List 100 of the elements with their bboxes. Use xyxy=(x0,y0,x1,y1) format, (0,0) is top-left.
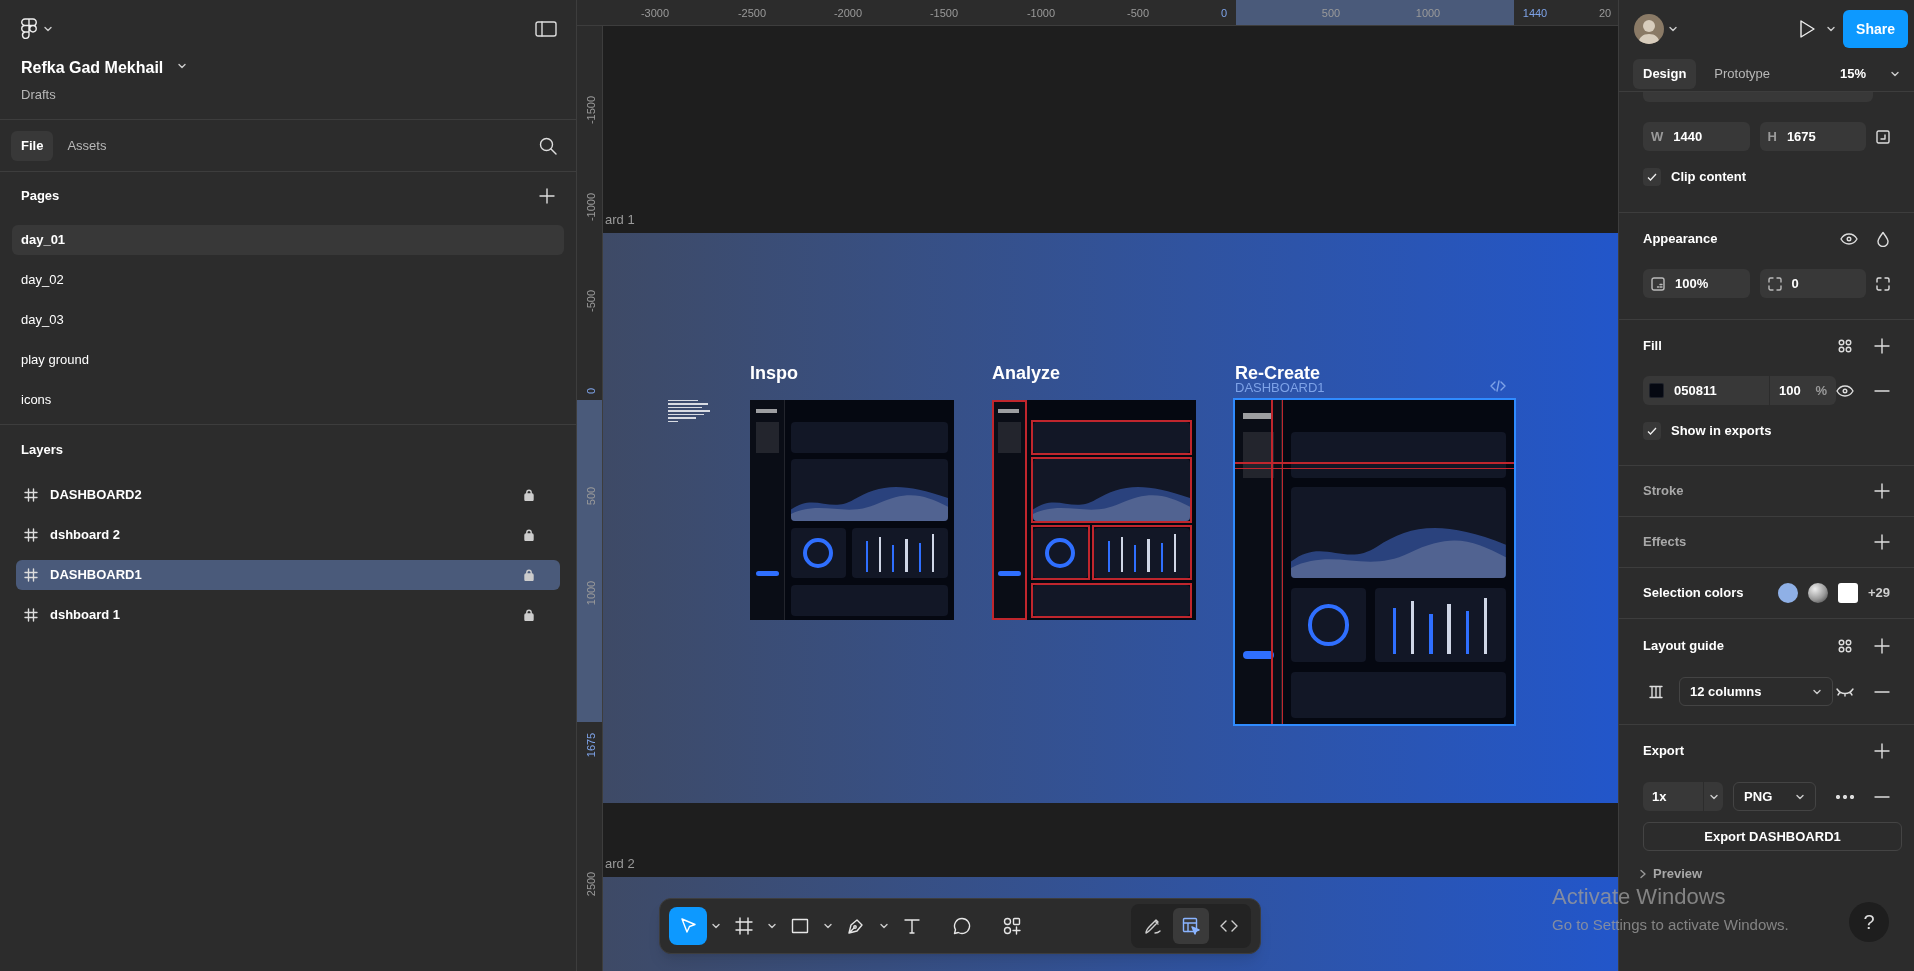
export-scale-field[interactable]: 1x xyxy=(1643,782,1724,811)
eye-icon[interactable] xyxy=(1836,384,1854,397)
layout-grid-dropdown[interactable]: 12 columns xyxy=(1679,677,1833,706)
sidebar-toggle-icon[interactable] xyxy=(535,21,557,37)
dashboard-thumbnail[interactable] xyxy=(992,400,1196,620)
page-item[interactable]: play ground xyxy=(12,345,564,375)
checkbox-label[interactable]: Show in exports xyxy=(1671,421,1772,441)
hash-icon xyxy=(24,488,38,502)
plus-icon[interactable] xyxy=(1874,743,1890,759)
code-icon[interactable] xyxy=(1490,380,1506,392)
section-title: Layout guide xyxy=(1643,637,1724,656)
dashboard-thumbnail[interactable] xyxy=(1235,400,1514,724)
plus-icon[interactable] xyxy=(1874,338,1890,354)
corners-icon[interactable] xyxy=(1876,276,1890,291)
checkbox[interactable] xyxy=(1643,168,1661,186)
square-icon xyxy=(790,916,810,936)
project-name[interactable]: Refka Gad Mekhail xyxy=(21,56,164,80)
checkmark-icon xyxy=(1646,171,1658,183)
checkmark-icon xyxy=(1646,425,1658,437)
layer-name: dshboard 1 xyxy=(50,606,122,625)
chevron-down-icon[interactable] xyxy=(43,24,53,34)
opacity-field[interactable]: 100% xyxy=(1643,269,1750,298)
more-colors-count[interactable]: +29 xyxy=(1867,583,1890,603)
chevron-down-icon[interactable] xyxy=(709,921,723,931)
drop-icon[interactable] xyxy=(1876,231,1890,247)
chevron-right-icon[interactable] xyxy=(1639,868,1647,879)
eye-icon[interactable] xyxy=(1840,233,1858,245)
tiny-text-drawing xyxy=(668,400,712,422)
ruler-label: 20 xyxy=(1598,6,1612,21)
page-item[interactable]: day_01 xyxy=(12,225,564,255)
frame-label[interactable]: ard 1 xyxy=(605,210,635,230)
panel-tab[interactable]: Prototype xyxy=(1704,58,1780,89)
corner-icon xyxy=(1767,276,1782,291)
design-mode-button[interactable] xyxy=(1173,908,1209,944)
plus-icon[interactable] xyxy=(1874,638,1890,654)
lock-icon[interactable] xyxy=(524,609,534,621)
layer-item[interactable]: dshboard 1 xyxy=(16,600,560,630)
play-icon[interactable] xyxy=(1798,19,1817,39)
field-value: 050811 xyxy=(1674,381,1717,400)
plus-icon[interactable] xyxy=(1874,483,1890,499)
fill-field[interactable]: 050811 100 % xyxy=(1643,376,1836,405)
chevron-down-icon[interactable] xyxy=(765,921,779,931)
search-icon[interactable] xyxy=(539,136,557,155)
export-button[interactable]: Export DASHBOARD1 xyxy=(1643,822,1902,851)
four-circles-icon[interactable] xyxy=(1838,639,1852,653)
board-title[interactable]: Inspo xyxy=(750,360,798,387)
lock-icon[interactable] xyxy=(524,489,534,501)
ruler-label: -500 xyxy=(1127,6,1149,21)
zoom-level[interactable]: 15% xyxy=(1839,63,1866,84)
project-location[interactable]: Drafts xyxy=(21,85,56,105)
ruler-label: -3000 xyxy=(640,6,670,21)
dimension-field[interactable]: H 1675 xyxy=(1759,122,1866,151)
chevron-down-icon[interactable] xyxy=(177,61,188,71)
chevron-down-icon[interactable] xyxy=(1668,24,1678,34)
lock-icon[interactable] xyxy=(524,569,534,581)
chevron-down-icon[interactable] xyxy=(877,921,891,931)
cursor-tool[interactable] xyxy=(669,907,707,945)
color-swatch[interactable] xyxy=(1777,583,1798,603)
layer-item[interactable]: dshboard 2 xyxy=(16,520,560,550)
avatar[interactable] xyxy=(1634,14,1664,44)
more-icon[interactable] xyxy=(1836,794,1854,799)
checkbox-label[interactable]: Clip content xyxy=(1671,167,1747,187)
ruler-label: -500 xyxy=(584,290,598,312)
chevron-down-icon[interactable] xyxy=(821,921,835,931)
dashboard-thumbnail[interactable] xyxy=(750,400,954,620)
frame-label[interactable]: ard 2 xyxy=(605,854,635,874)
closed-eye-icon[interactable] xyxy=(1836,686,1854,697)
layout-pointer-icon xyxy=(1181,916,1201,936)
page-item[interactable]: icons xyxy=(12,385,564,415)
corner-radius-field[interactable]: 0 xyxy=(1759,269,1866,298)
chevron-down-icon[interactable] xyxy=(1826,24,1837,34)
page-item[interactable]: day_03 xyxy=(12,305,564,335)
lock-icon[interactable] xyxy=(524,529,534,541)
dropdown-value: 12 columns xyxy=(1690,682,1762,701)
color-swatch[interactable] xyxy=(1837,583,1858,603)
color-swatch[interactable] xyxy=(1807,583,1828,603)
layer-name: DASHBOARD1 xyxy=(50,566,143,585)
checkbox[interactable] xyxy=(1643,422,1661,440)
columns-icon[interactable] xyxy=(1649,684,1663,699)
ruler-label: 1440 xyxy=(1522,6,1548,21)
four-circles-icon[interactable] xyxy=(1838,339,1852,353)
panel-tab[interactable]: Design xyxy=(1633,58,1697,89)
page-item[interactable]: day_02 xyxy=(12,265,564,295)
panel-tab[interactable]: Assets xyxy=(57,130,117,161)
ruler-label: 0 xyxy=(584,387,598,395)
logo-icon[interactable] xyxy=(21,18,37,40)
plus-icon[interactable] xyxy=(1874,534,1890,550)
field-value: 100 xyxy=(1779,381,1801,400)
ruler-label: 1675 xyxy=(584,732,598,758)
plus-icon[interactable] xyxy=(539,188,555,204)
board-title[interactable]: Analyze xyxy=(992,360,1061,387)
color-swatch[interactable] xyxy=(1649,383,1664,398)
layer-item[interactable]: DASHBOARD2 xyxy=(16,480,560,510)
layer-item[interactable]: DASHBOARD1 xyxy=(16,560,560,590)
preview-toggle[interactable]: Preview xyxy=(1653,864,1703,884)
field-value: 1440 xyxy=(1673,127,1703,146)
export-format-dropdown[interactable]: PNG xyxy=(1733,782,1816,811)
panel-tab[interactable]: File xyxy=(11,130,54,161)
dimension-field[interactable]: W 1440 xyxy=(1643,122,1750,151)
resize-icon[interactable] xyxy=(1876,129,1890,144)
